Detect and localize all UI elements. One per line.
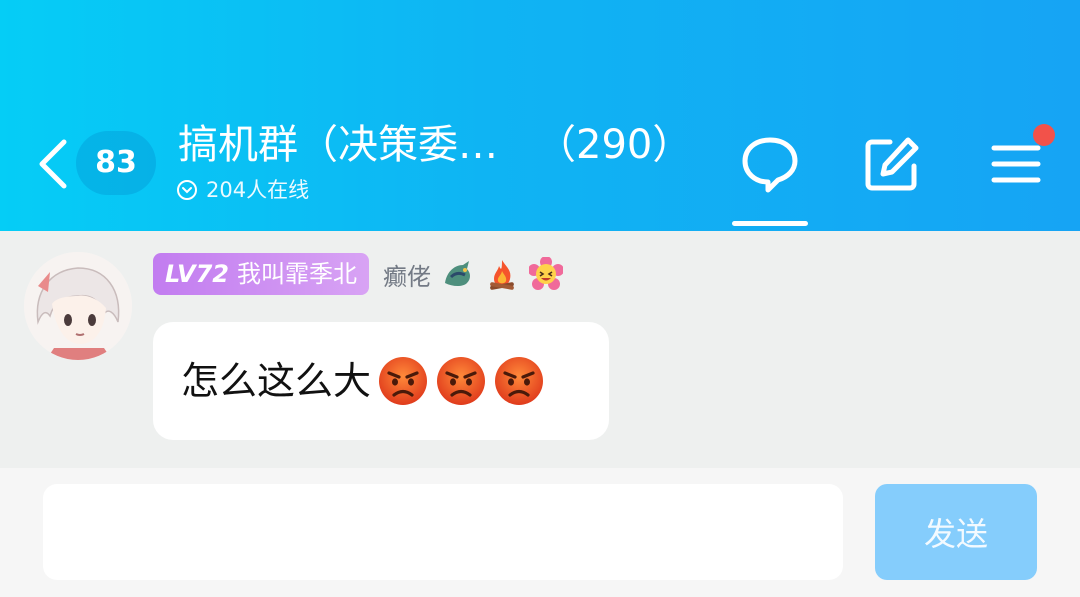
member-count: （290） (536, 122, 693, 168)
group-name: 搞机群（决策委… (178, 122, 498, 168)
unread-count-badge[interactable]: 83 (76, 131, 156, 195)
online-status[interactable]: 204人在线 (176, 174, 309, 206)
edit-button[interactable] (860, 132, 924, 196)
chat-tab-button[interactable] (738, 132, 802, 196)
sender-avatar[interactable] (24, 252, 132, 360)
chat-header: 83 搞机群（决策委… （290） 204人在线 (0, 0, 1080, 231)
online-count-text: 204人在线 (206, 178, 310, 202)
message-bubble[interactable]: 怎么这么大 (153, 322, 609, 440)
back-button[interactable] (30, 132, 80, 196)
angry-face-icon (495, 357, 544, 405)
active-tab-indicator (732, 221, 808, 226)
sender-title-tag: 癫佬 (382, 262, 431, 291)
edit-icon (865, 137, 919, 191)
message-text: 怎么这么大 (181, 359, 372, 403)
group-title[interactable]: 搞机群（决策委… （290） (178, 118, 692, 172)
campfire-icon (490, 260, 514, 290)
level-label: LV72 (165, 260, 229, 288)
send-button[interactable]: 发送 (875, 484, 1037, 580)
message-input[interactable] (43, 484, 843, 580)
chevron-left-icon (39, 139, 67, 189)
chat-bubble-icon (742, 137, 798, 193)
angry-face-icon (379, 357, 428, 405)
sender-nickname: 我叫霏季北 (236, 260, 357, 288)
sender-info: LV72 我叫霏季北 癫佬 (153, 252, 563, 296)
smiley-flower-icon (528, 257, 563, 290)
level-nickname-badge[interactable]: LV72 我叫霏季北 (153, 253, 369, 295)
dragon-icon (444, 261, 470, 286)
chevron-down-circle-icon (177, 180, 197, 200)
angry-face-icon (437, 357, 486, 405)
notification-dot (1033, 124, 1055, 146)
anime-avatar-icon (24, 252, 132, 360)
